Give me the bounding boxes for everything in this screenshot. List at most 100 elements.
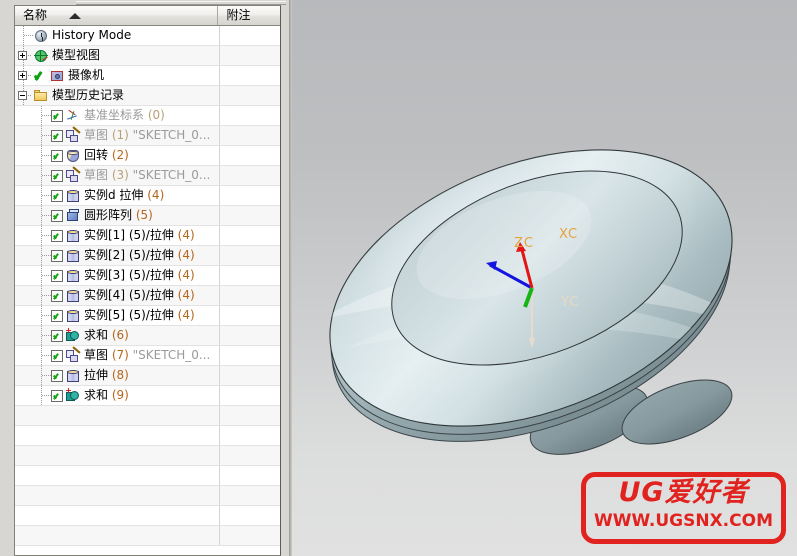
tree-row-note-cell[interactable]	[220, 86, 280, 105]
tree-row-note-cell[interactable]	[220, 226, 280, 245]
tree-row-name-cell[interactable]: 模型历史记录	[15, 86, 220, 105]
tree-row-name-cell[interactable]: 草图 (1) "SKETCH_0...	[15, 126, 220, 145]
tree-row-name-cell[interactable]: 实例[4] (5)/拉伸 (4)	[15, 286, 220, 305]
tree-row-name-cell[interactable]: 实例[3] (5)/拉伸 (4)	[15, 266, 220, 285]
tree-row-name-cell[interactable]: 实例[1] (5)/拉伸 (4)	[15, 226, 220, 245]
tree-row-name-cell[interactable]: 摄像机	[15, 66, 220, 85]
tree-row-note-cell[interactable]	[220, 326, 280, 345]
tree-row-note-cell[interactable]	[220, 66, 280, 85]
feature-suppress-checkbox[interactable]	[51, 149, 63, 162]
expand-icon[interactable]	[18, 71, 27, 80]
column-header-name[interactable]: 名称	[15, 6, 219, 25]
tree-row-note-cell[interactable]	[220, 306, 280, 325]
tree-row-note-cell[interactable]	[220, 206, 280, 225]
tree-row-name-cell	[15, 486, 220, 505]
tree-row-note-cell[interactable]	[220, 126, 280, 145]
feature-suppress-checkbox[interactable]	[51, 389, 63, 402]
feature-suppress-checkbox[interactable]	[51, 129, 63, 142]
tree-row[interactable]: 实例d 拉伸 (4)	[15, 186, 280, 206]
tree-row-name-cell	[15, 446, 220, 465]
tree-row[interactable]: 草图 (1) "SKETCH_0...	[15, 126, 280, 146]
feature-suppress-checkbox[interactable]	[51, 369, 63, 382]
feature-suppress-checkbox[interactable]	[51, 269, 63, 282]
tree-row[interactable]: 圆形阵列 (5)	[15, 206, 280, 226]
tree-row-empty[interactable]	[15, 426, 280, 446]
feature-suppress-checkbox[interactable]	[51, 189, 63, 202]
tree-row-note-cell[interactable]	[220, 146, 280, 165]
tree-row-note-cell[interactable]	[220, 106, 280, 125]
tree-row-empty[interactable]	[15, 466, 280, 486]
tree-row-name-cell[interactable]: 圆形阵列 (5)	[15, 206, 220, 225]
feature-suppress-checkbox[interactable]	[51, 209, 63, 222]
tree-row-name-cell[interactable]: 草图 (7) "SKETCH_0...	[15, 346, 220, 365]
tree-row[interactable]: 求和 (9)	[15, 386, 280, 406]
collapse-icon[interactable]	[18, 91, 27, 100]
tree-row-note-cell[interactable]	[220, 366, 280, 385]
tree-row-name-cell[interactable]: 回转 (2)	[15, 146, 220, 165]
tree-row-note-cell[interactable]	[220, 346, 280, 365]
graphics-viewport[interactable]: ZC XC YC UG爱好者 WWW.UGSNX.COM	[289, 0, 797, 556]
tree-row[interactable]: 实例[2] (5)/拉伸 (4)	[15, 246, 280, 266]
tree-row-name-cell[interactable]: 求和 (6)	[15, 326, 220, 345]
feature-suppress-checkbox[interactable]	[51, 349, 63, 362]
tree-row[interactable]: 基准坐标系 (0)	[15, 106, 280, 126]
tree-row-note-cell[interactable]	[220, 246, 280, 265]
tree-row-name-cell[interactable]: 基准坐标系 (0)	[15, 106, 220, 125]
tree-row-name-cell[interactable]: 模型视图	[15, 46, 220, 65]
tree-row-note-cell[interactable]	[220, 386, 280, 405]
tree-row-name-cell[interactable]: History Mode	[15, 26, 220, 45]
tree-row-note-cell[interactable]	[220, 186, 280, 205]
tree-row-name-cell[interactable]: 实例[2] (5)/拉伸 (4)	[15, 246, 220, 265]
extrude-icon	[65, 308, 81, 324]
tree-row-note-cell[interactable]	[220, 26, 280, 45]
tree-row-note-cell	[220, 466, 280, 485]
tree-row[interactable]: 摄像机	[15, 66, 280, 86]
tree-row-empty[interactable]	[15, 486, 280, 506]
feature-suppress-checkbox[interactable]	[51, 329, 63, 342]
tree-row-note-cell[interactable]	[220, 286, 280, 305]
watermark-logo: UG爱好者 WWW.UGSNX.COM	[581, 472, 786, 544]
check-mark-icon	[33, 68, 46, 84]
tree-row-name-cell[interactable]: 拉伸 (8)	[15, 366, 220, 385]
tree-row[interactable]: 实例[5] (5)/拉伸 (4)	[15, 306, 280, 326]
tree-row-empty[interactable]	[15, 406, 280, 426]
tree-row[interactable]: 回转 (2)	[15, 146, 280, 166]
feature-suppress-checkbox[interactable]	[51, 289, 63, 302]
tree-row-note-cell[interactable]	[220, 166, 280, 185]
extrude-icon	[65, 228, 81, 244]
feature-suppress-checkbox[interactable]	[51, 309, 63, 322]
tree-row-note-cell[interactable]	[220, 46, 280, 65]
tree-row-label: 求和 (9)	[84, 388, 129, 402]
tree-row[interactable]: History Mode	[15, 26, 280, 46]
tree-row-name-cell[interactable]: 实例[5] (5)/拉伸 (4)	[15, 306, 220, 325]
unite-icon	[65, 387, 81, 404]
tree-row[interactable]: 实例[4] (5)/拉伸 (4)	[15, 286, 280, 306]
feature-suppress-checkbox[interactable]	[51, 249, 63, 262]
tree-row-name-cell[interactable]: 求和 (9)	[15, 386, 220, 405]
tree-row[interactable]: 求和 (6)	[15, 326, 280, 346]
feature-suppress-checkbox[interactable]	[51, 229, 63, 242]
tree-row-name-cell[interactable]: 实例d 拉伸 (4)	[15, 186, 220, 205]
tree-row[interactable]: 实例[3] (5)/拉伸 (4)	[15, 266, 280, 286]
tree-row-empty[interactable]	[15, 526, 280, 546]
feature-suppress-checkbox[interactable]	[51, 109, 63, 122]
tree-row-note-cell[interactable]	[220, 266, 280, 285]
expand-icon[interactable]	[18, 51, 27, 60]
part-navigator-tree[interactable]: 名称 附注 History Mode 模型视图 摄像机 模型历史记录 基准坐标系 (0)…	[14, 5, 281, 556]
tree-row-empty[interactable]	[15, 506, 280, 526]
tree-row[interactable]: 草图 (7) "SKETCH_0...	[15, 346, 280, 366]
tree-row[interactable]: 模型视图	[15, 46, 280, 66]
tree-row[interactable]: 模型历史记录	[15, 86, 280, 106]
sketch-icon	[65, 346, 81, 364]
nx-application-window: 名称 附注 History Mode 模型视图 摄像机 模型历史记录 基准坐标系 (0)…	[0, 0, 797, 556]
tree-row[interactable]: 拉伸 (8)	[15, 366, 280, 386]
watermark-title: UG爱好者	[618, 477, 749, 508]
feature-suppress-checkbox[interactable]	[51, 169, 63, 182]
extrude-icon	[65, 288, 81, 304]
tree-row[interactable]: 草图 (3) "SKETCH_0...	[15, 166, 280, 186]
column-header-note[interactable]: 附注	[218, 6, 280, 25]
tree-row-empty[interactable]	[15, 446, 280, 466]
tree-row-name-cell[interactable]: 草图 (3) "SKETCH_0...	[15, 166, 220, 185]
tree-row[interactable]: 实例[1] (5)/拉伸 (4)	[15, 226, 280, 246]
revolve-icon	[65, 148, 81, 164]
